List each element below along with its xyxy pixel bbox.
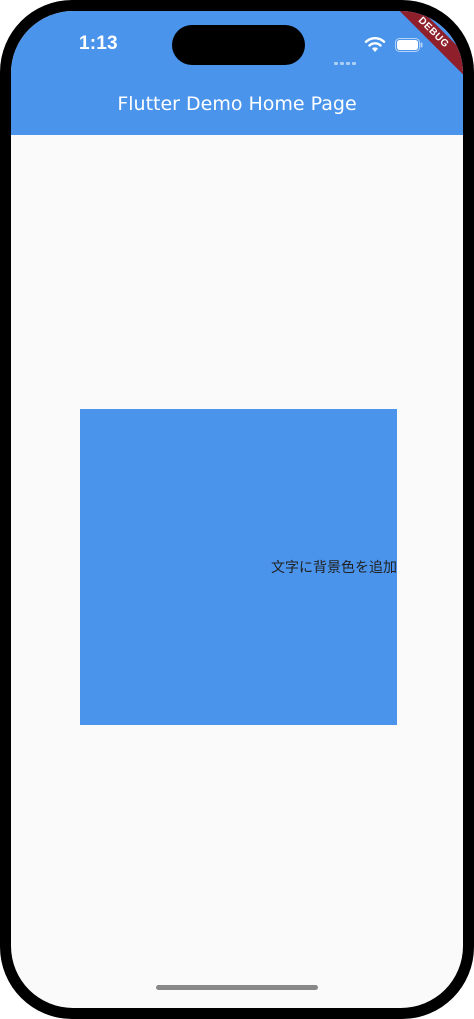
- screen: 1:13 Flutter Demo Home Page DEBUG 文字に背景色…: [11, 11, 463, 1008]
- status-time: 1:13: [79, 33, 118, 54]
- phone-frame: 1:13 Flutter Demo Home Page DEBUG 文字に背景色…: [0, 0, 474, 1019]
- wifi-icon: [364, 37, 386, 52]
- cellular-signal-icon: [334, 47, 358, 65]
- app-bar-title: Flutter Demo Home Page: [117, 93, 357, 115]
- battery-icon: [395, 38, 423, 52]
- status-bar: 1:13: [11, 11, 463, 79]
- app-bar: 1:13 Flutter Demo Home Page: [11, 11, 463, 135]
- colored-box: 文字に背景色を追加: [80, 409, 397, 725]
- dynamic-island: [172, 25, 305, 65]
- box-text: 文字に背景色を追加: [271, 560, 397, 576]
- home-indicator[interactable]: [156, 985, 318, 990]
